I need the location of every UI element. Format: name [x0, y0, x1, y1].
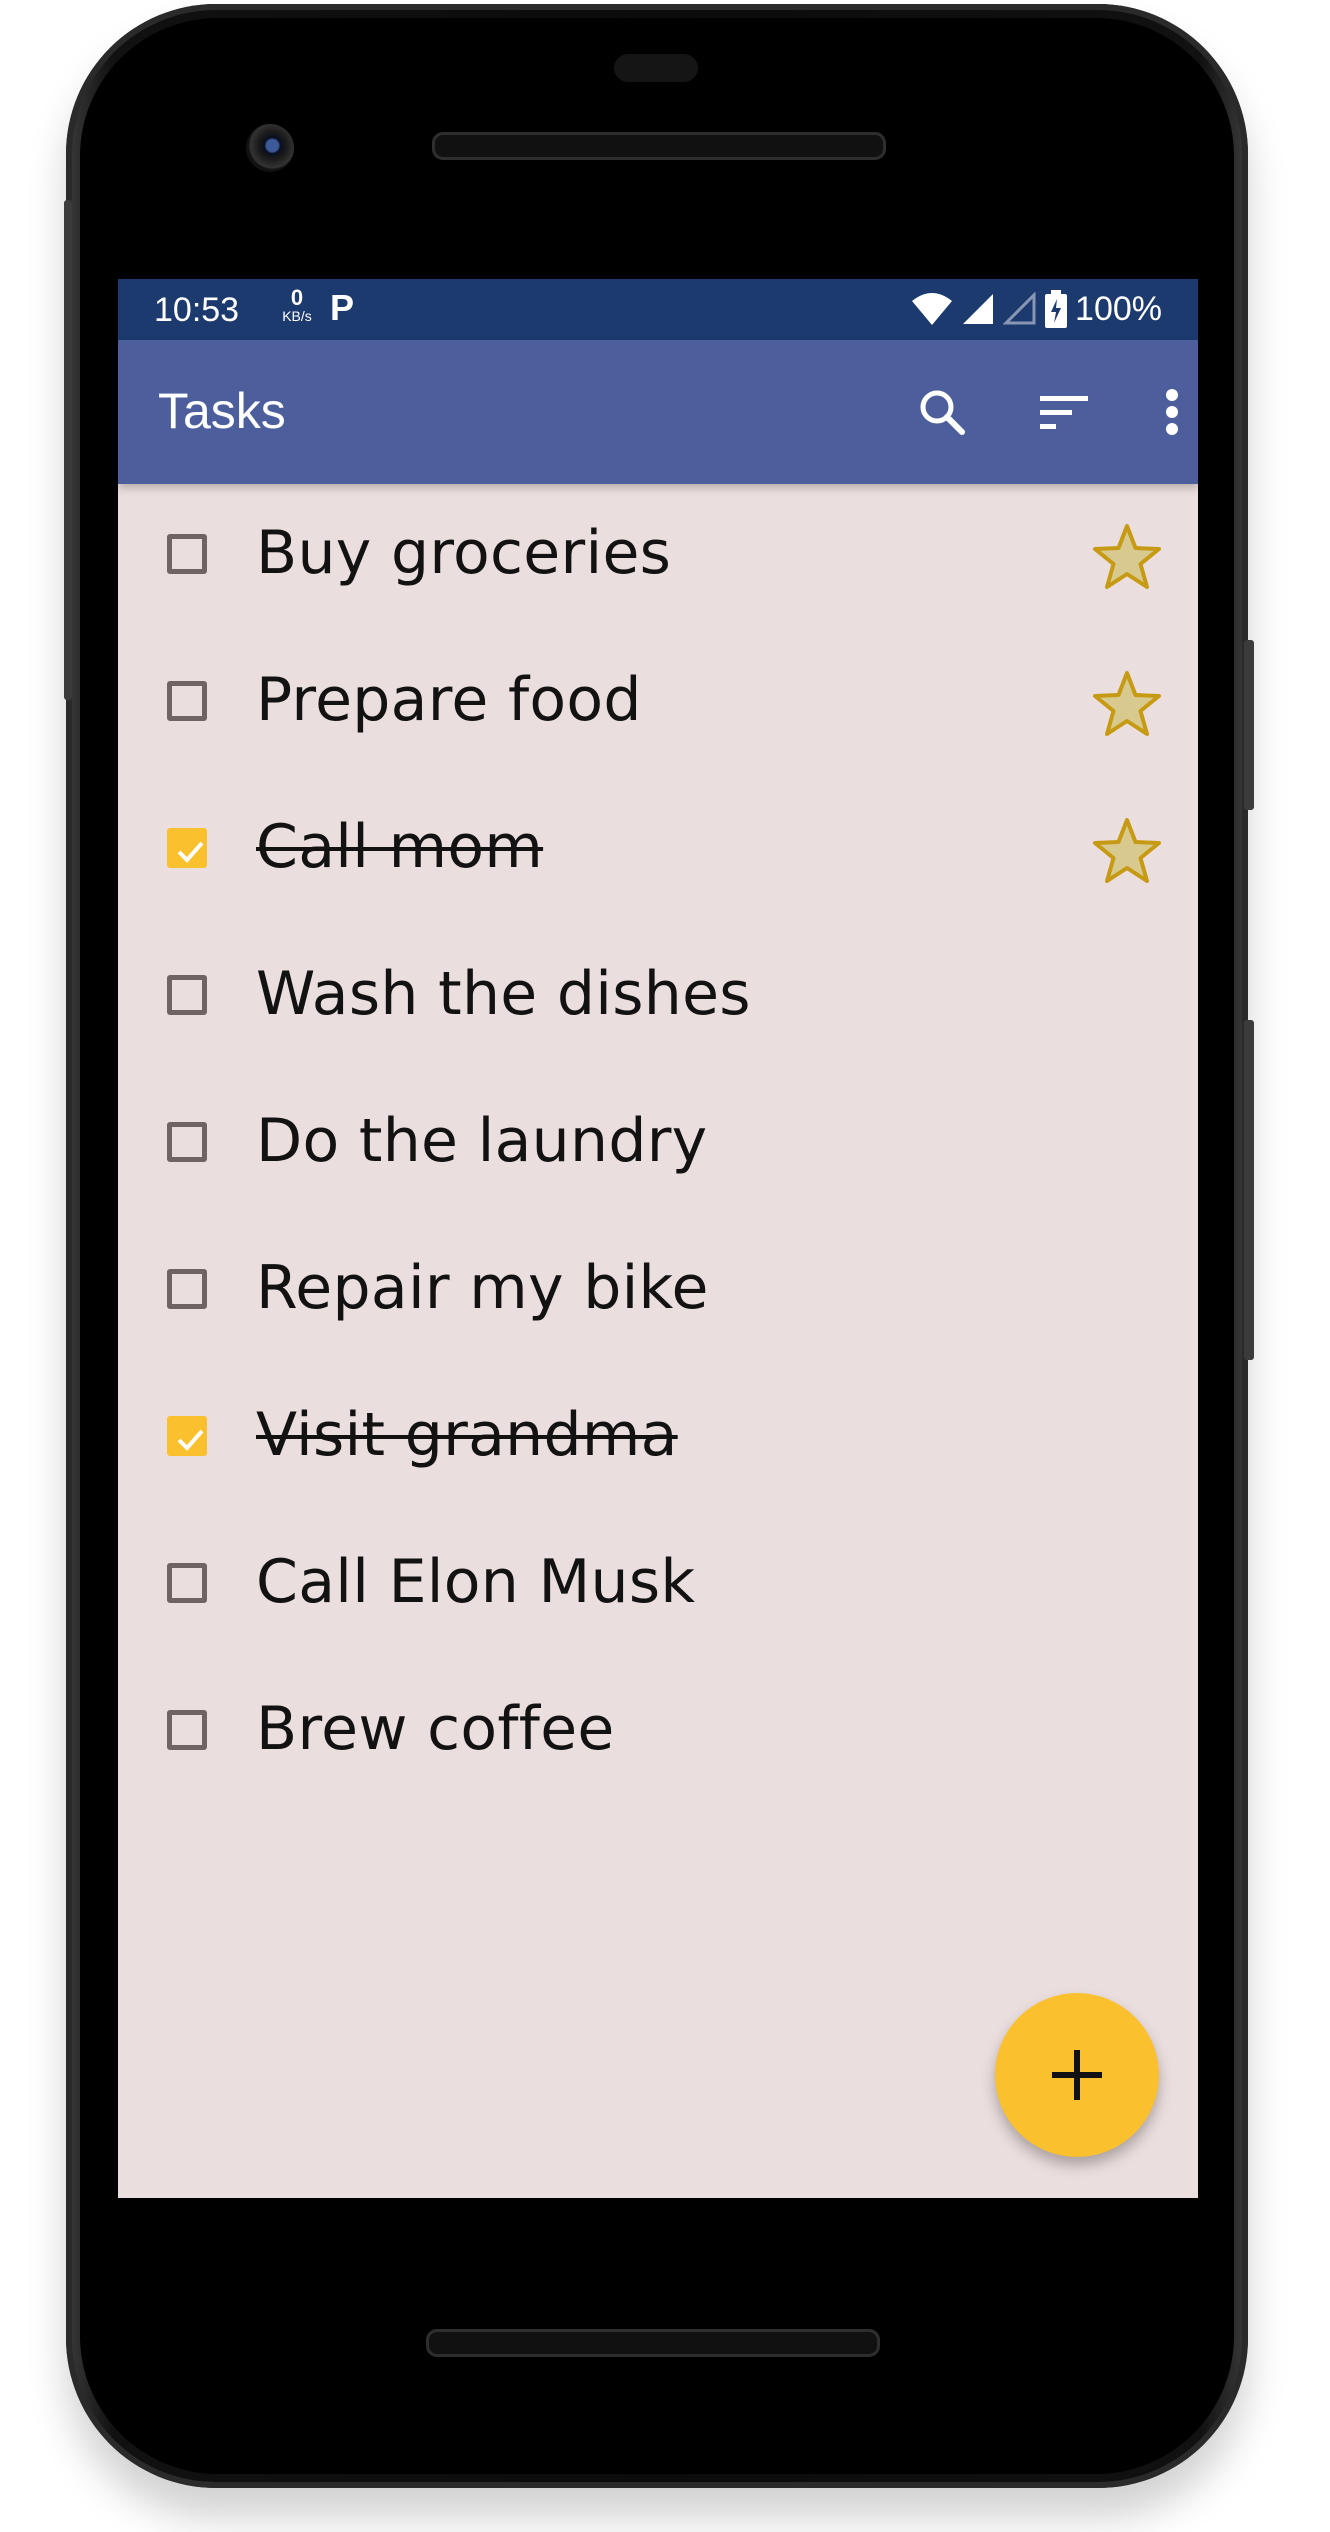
task-row[interactable]: Do the laundry: [118, 1072, 1198, 1219]
checkbox-unchecked[interactable]: [167, 681, 207, 721]
top-speaker-grille: [432, 132, 886, 160]
battery-icon: [1045, 290, 1068, 328]
status-icons: 100%: [911, 287, 1162, 331]
task-row[interactable]: Wash the dishes: [118, 925, 1198, 1072]
signal-empty-icon: [1003, 292, 1036, 325]
left-side-button: [64, 200, 72, 700]
checkbox-unchecked[interactable]: [167, 1269, 207, 1309]
screen: 10:53 0 KB/s P 100% Tasks Buy groceries …: [118, 279, 1198, 2198]
checkbox-unchecked[interactable]: [167, 534, 207, 574]
task-label: Wash the dishes: [256, 959, 751, 1029]
search-icon[interactable]: [910, 380, 974, 444]
checkbox-unchecked[interactable]: [167, 1563, 207, 1603]
earpiece-slot: [614, 54, 698, 82]
task-row[interactable]: Buy groceries: [118, 484, 1198, 631]
task-row[interactable]: Prepare food: [118, 631, 1198, 778]
network-speed-unit: KB/s: [282, 308, 312, 324]
battery-percent: 100%: [1075, 289, 1162, 328]
task-row[interactable]: Visit grandma: [118, 1366, 1198, 1513]
app-title: Tasks: [158, 383, 286, 439]
add-task-button[interactable]: [995, 1993, 1159, 2157]
more-vert-icon[interactable]: [1140, 380, 1198, 444]
bottom-speaker-grille: [426, 2329, 880, 2357]
task-label: Brew coffee: [256, 1694, 615, 1764]
checkbox-checked[interactable]: [167, 1416, 207, 1456]
task-label: Call mom: [256, 812, 544, 882]
signal-icon: [963, 294, 994, 324]
network-speed: 0 KB/s: [272, 285, 322, 325]
task-label: Visit grandma: [256, 1400, 678, 1470]
task-list: Buy groceries Prepare food Call mom Wash th…: [118, 484, 1198, 1807]
checkbox-unchecked[interactable]: [167, 975, 207, 1015]
network-speed-value: 0: [290, 285, 304, 310]
status-bar: 10:53 0 KB/s P 100%: [118, 279, 1198, 340]
checkbox-unchecked[interactable]: [167, 1710, 207, 1750]
status-time: 10:53: [154, 291, 240, 329]
task-label: Buy groceries: [256, 518, 672, 588]
task-label: Prepare food: [256, 665, 642, 735]
notification-icon: P: [330, 287, 355, 328]
check-icon: [177, 841, 204, 863]
task-row[interactable]: Call mom: [118, 778, 1198, 925]
task-row[interactable]: Call Elon Musk: [118, 1513, 1198, 1660]
task-label: Repair my bike: [256, 1253, 709, 1323]
star-icon[interactable]: [1092, 669, 1162, 739]
volume-button: [1244, 640, 1254, 810]
task-label: Call Elon Musk: [256, 1547, 696, 1617]
sort-icon[interactable]: [1032, 380, 1096, 444]
wifi-icon: [912, 293, 953, 325]
task-row[interactable]: Repair my bike: [118, 1219, 1198, 1366]
task-label: Do the laundry: [256, 1106, 708, 1176]
star-icon[interactable]: [1092, 522, 1162, 592]
task-row[interactable]: Brew coffee: [118, 1660, 1198, 1807]
add-icon: [1052, 2050, 1102, 2100]
star-icon[interactable]: [1092, 816, 1162, 886]
power-button: [1244, 1020, 1254, 1360]
checkbox-checked[interactable]: [167, 828, 207, 868]
app-bar: Tasks: [118, 340, 1198, 484]
check-icon: [177, 1429, 204, 1451]
front-camera: [246, 124, 294, 172]
checkbox-unchecked[interactable]: [167, 1122, 207, 1162]
